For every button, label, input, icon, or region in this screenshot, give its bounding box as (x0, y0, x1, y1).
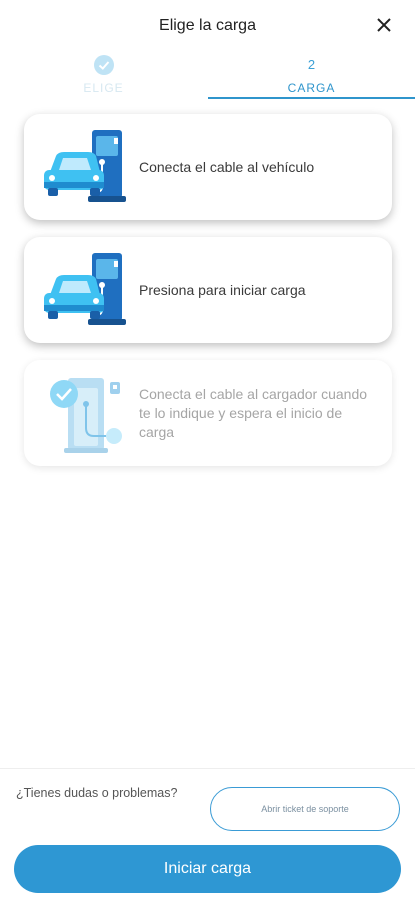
step-carga[interactable]: 2 CARGA (208, 52, 415, 98)
close-icon[interactable] (373, 14, 395, 36)
car-charger-icon (44, 253, 126, 325)
header: Elige la carga (0, 0, 415, 52)
instruction-card[interactable]: Presiona para iniciar carga (24, 237, 392, 343)
instruction-text: Conecta el cable al vehículo (139, 158, 315, 175)
instruction-list: Conecta el cable al vehículo Presiona pa… (24, 114, 392, 483)
step-elige[interactable]: ELIGE (0, 52, 207, 98)
divider (0, 768, 415, 769)
start-charge-button[interactable]: Iniciar carga (14, 845, 401, 893)
instruction-text: Presiona para iniciar carga (139, 281, 306, 298)
page-title: Elige la carga (159, 17, 256, 34)
instruction-card[interactable]: Conecta el cable al vehículo (24, 114, 392, 220)
stepper: ELIGE 2 CARGA (0, 52, 415, 100)
instruction-text: Conecta el cable al cargador cuando te l… (139, 385, 368, 440)
step-label: ELIGE (83, 81, 124, 95)
car-charger-icon (44, 130, 126, 202)
charger-done-icon (50, 378, 122, 453)
help-question: ¿Tienes dudas o problemas? (16, 786, 178, 800)
step-number: 2 (307, 57, 316, 72)
open-ticket-button[interactable]: Abrir ticket de soporte (210, 787, 400, 831)
check-circle-icon (94, 55, 114, 75)
active-step-indicator (208, 97, 415, 99)
instruction-card[interactable]: Conecta el cable al cargador cuando te l… (24, 360, 392, 466)
step-label: CARGA (287, 81, 336, 95)
